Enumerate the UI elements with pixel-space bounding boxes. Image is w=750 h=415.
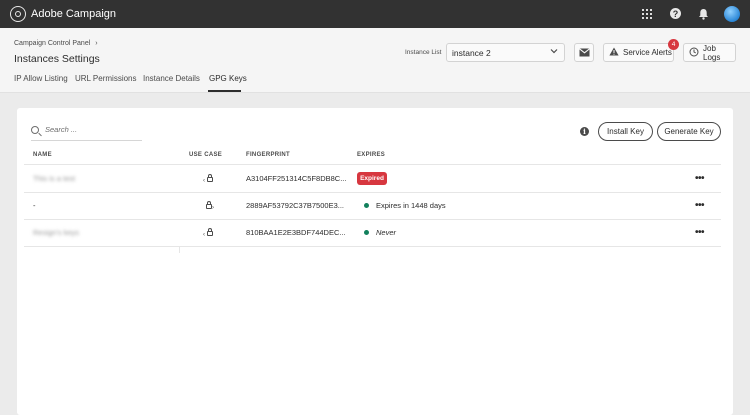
tab-url-permissions[interactable]: URL Permissions xyxy=(75,74,137,83)
install-key-button[interactable]: Install Key xyxy=(598,122,653,141)
chevron-right-icon: › xyxy=(95,40,98,47)
search-icon xyxy=(31,126,39,134)
instance-select[interactable]: instance 2 xyxy=(446,43,565,62)
service-alerts-button[interactable]: Service Alerts xyxy=(603,43,674,62)
info-icon[interactable]: i xyxy=(580,127,589,136)
job-logs-button[interactable]: Job Logs xyxy=(683,43,736,62)
service-alerts-count-badge: 4 xyxy=(668,39,679,50)
expired-status-badge: Expired xyxy=(357,172,387,185)
email-icon xyxy=(578,48,590,57)
column-header-use-case[interactable]: USE CASE xyxy=(189,152,222,158)
key-fingerprint: 2889AF53792C37B7500E3... xyxy=(246,201,344,210)
breadcrumb[interactable]: Campaign Control Panel › xyxy=(14,40,98,47)
table-divider xyxy=(24,192,721,193)
help-icon[interactable]: ? xyxy=(670,8,681,19)
instance-list-label: Instance List xyxy=(405,49,442,56)
tab-ip-allow-listing[interactable]: IP Allow Listing xyxy=(14,74,68,83)
tab-instance-details[interactable]: Instance Details xyxy=(143,74,200,83)
generate-key-button[interactable]: Generate Key xyxy=(657,122,721,141)
search-input[interactable] xyxy=(45,125,140,134)
key-name: - xyxy=(33,201,36,210)
email-button[interactable] xyxy=(574,43,594,62)
column-header-name[interactable]: NAME xyxy=(33,152,52,158)
more-actions-icon[interactable]: ••• xyxy=(695,228,705,238)
column-header-fingerprint[interactable]: FINGERPRINT xyxy=(246,152,290,158)
table-divider xyxy=(24,164,721,165)
chevron-down-icon xyxy=(550,47,558,57)
page-header: Campaign Control Panel › Instances Setti… xyxy=(0,28,750,93)
lock-decrypt-icon: ‹ xyxy=(203,174,214,184)
key-expires: Never xyxy=(376,228,397,237)
alert-triangle-icon xyxy=(609,47,619,58)
adobe-campaign-logo[interactable] xyxy=(10,6,26,22)
app-title[interactable]: Adobe Campaign xyxy=(31,8,116,20)
apps-grid-icon[interactable] xyxy=(642,9,652,19)
key-fingerprint: A3104FF251314C5F8DB8C... xyxy=(246,174,347,183)
history-clock-icon xyxy=(689,47,699,59)
page-title: Instances Settings xyxy=(14,53,100,65)
job-logs-label: Job Logs xyxy=(703,43,721,62)
tab-gpg-keys[interactable]: GPG Keys xyxy=(209,74,247,83)
table-divider xyxy=(179,247,180,253)
lock-encrypt-icon: › xyxy=(204,201,214,211)
more-actions-icon[interactable]: ••• xyxy=(695,174,705,184)
key-expires: Expires in 1448 days xyxy=(376,201,446,210)
active-status-dot xyxy=(364,230,369,235)
column-header-expires[interactable]: EXPIRES xyxy=(357,152,385,158)
more-actions-icon[interactable]: ••• xyxy=(695,201,705,211)
top-bar: Adobe Campaign ? xyxy=(0,0,750,28)
search-box[interactable] xyxy=(31,125,142,141)
table-divider xyxy=(24,219,721,220)
notifications-bell-icon[interactable] xyxy=(697,8,709,20)
active-tab-indicator xyxy=(208,90,241,92)
key-name: This is a test xyxy=(33,174,76,183)
instance-select-value: instance 2 xyxy=(452,48,491,58)
key-name: Resign's keys xyxy=(33,228,80,237)
user-avatar[interactable] xyxy=(724,6,740,22)
table-divider xyxy=(24,246,721,247)
service-alerts-label: Service Alerts xyxy=(623,48,672,57)
breadcrumb-link[interactable]: Campaign Control Panel xyxy=(14,40,90,47)
lock-decrypt-icon: ‹ xyxy=(203,228,214,238)
key-fingerprint: 810BAA1E2E3BDF744DEC... xyxy=(246,228,346,237)
active-status-dot xyxy=(364,203,369,208)
